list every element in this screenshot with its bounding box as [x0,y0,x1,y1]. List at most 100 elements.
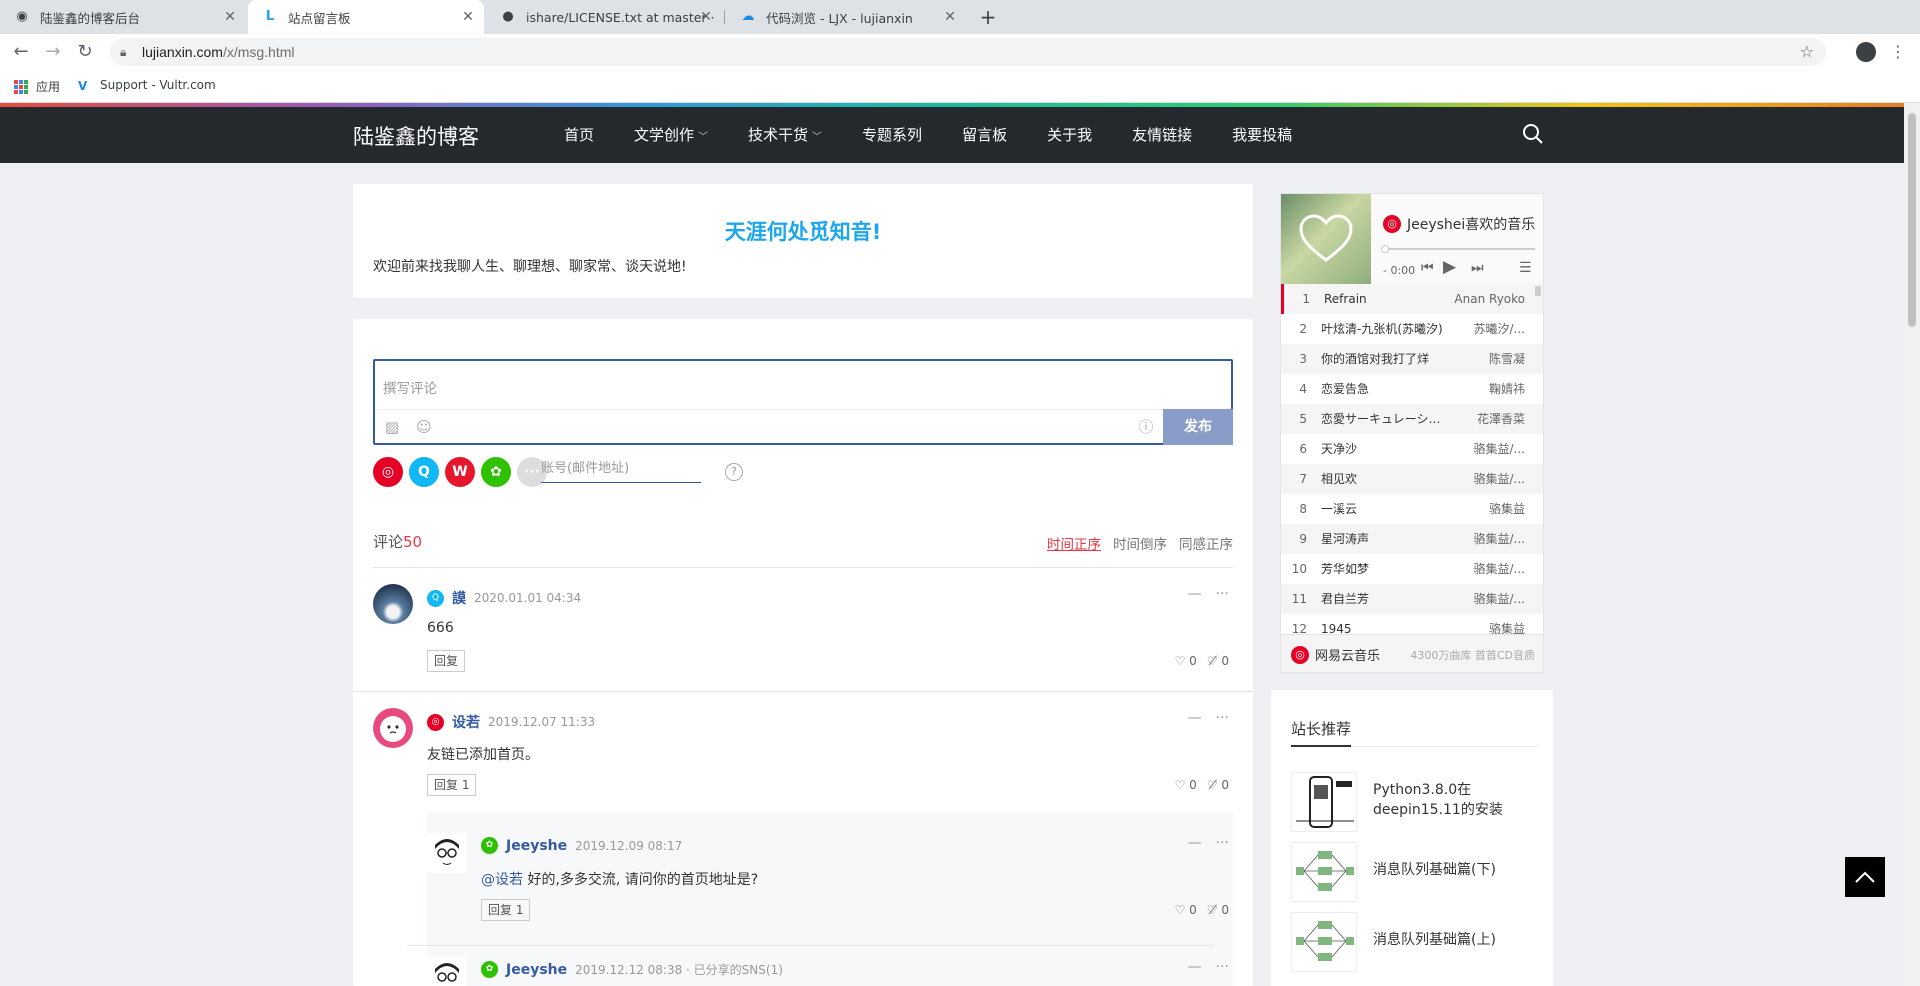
article-title[interactable]: 消息队列基础篇(下) [1373,860,1533,880]
article-title[interactable]: 消息队列基础篇(上) [1373,930,1533,950]
close-icon[interactable]: ✕ [942,9,958,25]
next-icon[interactable]: ⏭ [1471,260,1484,276]
avatar[interactable] [427,957,467,986]
like-button[interactable]: ♡ 0 [1175,903,1197,917]
netease-brand[interactable]: ◎ 网易云音乐 [1291,645,1380,664]
article-thumbnail[interactable] [1291,842,1357,902]
recommend-item[interactable]: 消息队列基础篇(下) [1291,842,1541,902]
page-scrollbar[interactable] [1904,103,1920,986]
track-item[interactable]: 10 芳华如梦 骆集益/... [1281,554,1543,584]
tab-code-browser[interactable]: ☁ 代码浏览 - LJX - lujianxin ✕ [726,0,966,34]
track-item[interactable]: 7 相见欢 骆集益/... [1281,464,1543,494]
close-icon[interactable]: ✕ [460,9,476,25]
back-icon[interactable]: ← [10,41,32,63]
mention-link[interactable]: @设若 [481,872,523,888]
close-icon[interactable]: ✕ [222,9,238,25]
avatar[interactable] [373,584,413,624]
progress-knob[interactable] [1381,245,1389,253]
info-icon[interactable]: ⓘ [1137,418,1155,436]
image-icon[interactable]: ▨ [383,418,401,436]
track-item[interactable]: 5 恋愛サーキュレーション 花澤香菜 [1281,404,1543,434]
more-icon[interactable]: ··· [1216,835,1229,851]
comment-input[interactable]: 撰写评论 [383,377,437,397]
address-bar[interactable]: 🔒︎ lujianxin.com/x/msg.html ☆ [110,38,1826,66]
comment-author[interactable]: Jeeyshe [506,962,567,978]
collapse-icon[interactable]: — [1188,710,1202,726]
bookmark-vultr[interactable]: V Support - Vultr.com [78,78,216,93]
help-icon[interactable]: ? [725,463,743,481]
comment-author[interactable]: 謨 [452,588,466,608]
browser-menu-icon[interactable]: ⋮ [1890,42,1906,61]
forward-icon[interactable]: → [42,41,64,63]
reply-button[interactable]: 回复 [427,650,466,672]
bookmark-star-icon[interactable]: ☆ [1800,42,1814,61]
track-item[interactable]: 11 君自兰芳 骆集益/... [1281,584,1543,614]
tab-github[interactable]: ● ishare/LICENSE.txt at master · ✕ [486,0,722,34]
nav-friend-links[interactable]: 友情链接 [1132,107,1192,163]
track-item[interactable]: 3 你的酒馆对我打了烊 陈雪凝 [1281,344,1543,374]
nav-submit[interactable]: 我要投稿 [1232,107,1292,163]
scrollbar-thumb[interactable] [1908,113,1916,327]
like-button[interactable]: ♡ 0 [1175,778,1197,792]
article-thumbnail[interactable] [1291,772,1357,832]
track-item[interactable]: 6 天净沙 骆集益/... [1281,434,1543,464]
play-icon[interactable]: ▶ [1443,257,1456,277]
sort-likes-asc[interactable]: 同感正序 [1179,533,1233,553]
wechat-login-icon[interactable]: ✿ [481,457,511,487]
track-item[interactable]: 9 星河涛声 骆集益/... [1281,524,1543,554]
reload-icon[interactable]: ↻ [74,41,96,63]
track-item[interactable]: 1 Refrain Anan Ryoko [1281,284,1543,314]
nav-literature[interactable]: 文学创作 ﹀ [634,107,708,163]
article-title[interactable]: Python3.8.0在deepin15.11的安装 [1373,780,1533,820]
collapse-icon[interactable]: — [1188,959,1202,975]
like-button[interactable]: ♡ 0 [1175,654,1197,668]
reply-button[interactable]: 回复 1 [427,774,477,796]
search-icon[interactable] [1522,123,1544,145]
sort-time-desc[interactable]: 时间倒序 [1113,533,1167,553]
nav-tech[interactable]: 技术干货 ﹀ [748,107,822,163]
profile-avatar-icon[interactable] [1856,42,1876,62]
weibo-login-icon[interactable]: W [445,457,475,487]
more-icon[interactable]: ··· [1216,586,1229,602]
sort-time-asc[interactable]: 时间正序 [1047,533,1101,553]
list-icon[interactable]: ☰ [1519,260,1532,276]
new-tab-button[interactable]: + [976,5,1000,29]
emoji-icon[interactable]: ☺ [415,418,433,436]
nav-series[interactable]: 专题系列 [862,107,922,163]
prev-icon[interactable]: ⏮ [1421,260,1434,276]
comment-author[interactable]: 设若 [452,712,480,732]
track-item[interactable]: 2 叶炫清-九张机(苏曦汐) 苏曦汐/... [1281,314,1543,344]
playlist-scrollbar[interactable] [1535,286,1541,296]
album-cover[interactable] [1281,194,1371,284]
nav-home[interactable]: 首页 [564,107,594,163]
comment-author[interactable]: Jeeyshe [506,838,567,854]
recommend-item[interactable]: Python3.8.0在deepin15.11的安装 [1291,772,1541,832]
back-to-top-button[interactable] [1845,857,1885,897]
reply-button[interactable]: 回复 1 [481,899,531,921]
avatar[interactable] [427,833,467,873]
nav-message-board[interactable]: 留言板 [962,107,1007,163]
site-logo[interactable]: 陆鉴鑫的博客 [353,121,479,151]
tab-blog-admin[interactable]: ◉ 陆鉴鑫的博客后台 ✕ [0,0,246,34]
bookmark-apps[interactable]: 应用 [14,78,60,95]
dislike-button[interactable]: ♡̸ 0 [1207,903,1229,917]
netease-login-icon[interactable]: ◎ [373,457,403,487]
more-icon[interactable]: ··· [1216,959,1229,975]
publish-button[interactable]: 发布 [1163,409,1233,445]
tab-message-board[interactable]: L 站点留言板 ✕ [248,0,484,34]
track-item[interactable]: 4 恋爱告急 鞠婧祎 [1281,374,1543,404]
nav-about[interactable]: 关于我 [1047,107,1092,163]
account-input[interactable]: 账号(邮件地址) [541,455,701,483]
comment-editor[interactable]: 撰写评论 ▨ ☺ ⓘ 发布 [373,359,1233,445]
more-icon[interactable]: ··· [1216,710,1229,726]
qq-login-icon[interactable]: Q [409,457,439,487]
dislike-button[interactable]: ♡̸ 0 [1207,654,1229,668]
track-item[interactable]: 12 1945 骆集益 [1281,614,1543,634]
dislike-button[interactable]: ♡̸ 0 [1207,778,1229,792]
collapse-icon[interactable]: — [1188,835,1202,851]
article-thumbnail[interactable] [1291,912,1357,972]
progress-bar[interactable] [1381,245,1535,253]
close-icon[interactable]: ✕ [698,9,714,25]
recommend-item[interactable]: 消息队列基础篇(上) [1291,912,1541,972]
track-item[interactable]: 8 一溪云 骆集益 [1281,494,1543,524]
